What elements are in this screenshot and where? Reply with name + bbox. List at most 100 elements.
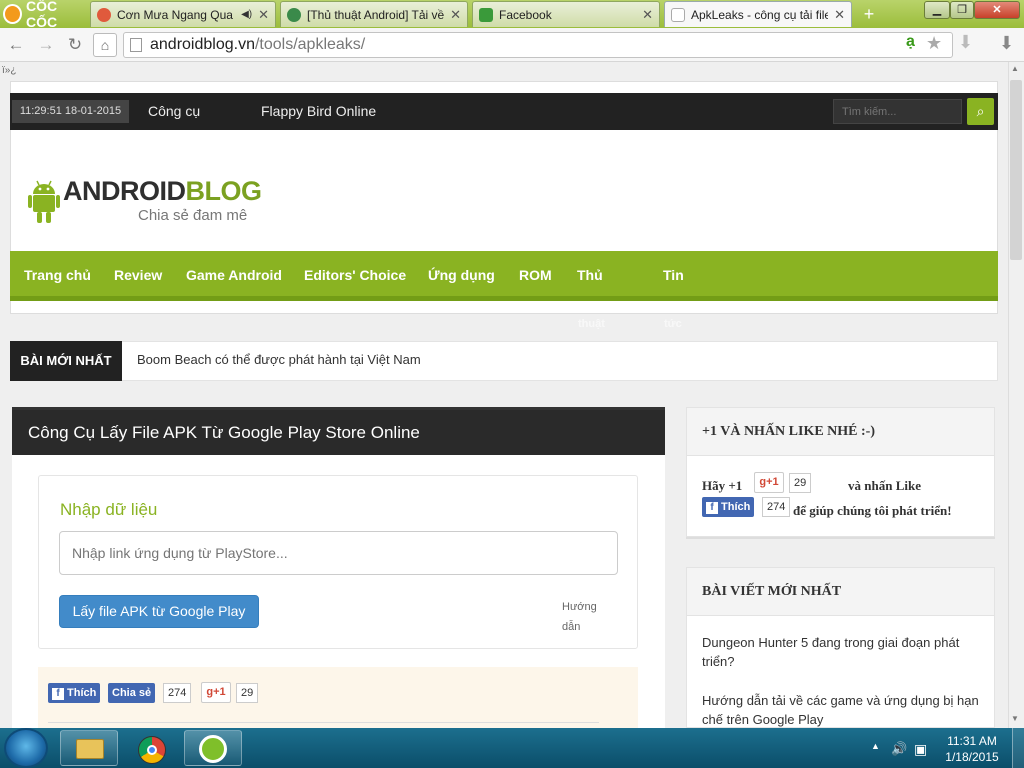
coccoc-logo-icon <box>3 3 22 24</box>
scroll-down-icon[interactable]: ▼ <box>1011 714 1019 723</box>
nav-item-rom[interactable]: ROM <box>519 267 552 283</box>
tab-title: Facebook <box>499 7 552 22</box>
logo-word-blog: BLOG <box>185 176 263 206</box>
music-icon <box>97 7 111 22</box>
show-desktop-button[interactable] <box>1012 728 1024 768</box>
folder-icon <box>76 739 104 759</box>
topnav-flappy-bird-link[interactable]: Flappy Bird Online <box>261 103 376 119</box>
browser-tab[interactable]: [Thủ thuật Android] Tải về ✕ <box>280 1 468 27</box>
breaking-news-link[interactable]: Boom Beach có thể được phát hành tại Việ… <box>137 352 421 370</box>
system-clock[interactable]: 11:31 AM 1/18/2015 <box>937 733 1007 765</box>
recent-posts-title: BÀI VIẾT MỚI NHẤT <box>687 568 994 616</box>
nav-item-game-android[interactable]: Game Android <box>186 267 282 283</box>
bom-glyph: ï»¿ <box>2 65 17 76</box>
close-icon[interactable]: ✕ <box>834 7 845 23</box>
recent-post-link[interactable]: Hướng dẫn tải về các game và ứng dụng bị… <box>702 691 984 729</box>
nav-item-news[interactable]: Tin <box>663 267 684 283</box>
like-widget-title: +1 VÀ NHẤN LIKE NHÉ :-) <box>687 408 994 456</box>
tab-title: ApkLeaks - công cụ tải file <box>691 7 829 22</box>
back-icon[interactable]: ← <box>5 34 27 56</box>
site-tagline: Chia sẻ đam mê <box>138 207 248 224</box>
home-icon[interactable]: ⌂ <box>93 33 117 57</box>
get-apk-button[interactable]: Lấy file APK từ Google Play <box>59 595 259 628</box>
maximize-button[interactable]: ❐ <box>950 1 974 19</box>
browser-tab[interactable]: Facebook ✕ <box>472 1 660 27</box>
savior-download-icon[interactable]: ⬇ <box>958 32 973 53</box>
network-icon[interactable]: ▣ <box>914 741 927 758</box>
volume-icon[interactable]: 🔊 <box>891 741 907 757</box>
facebook-like-button[interactable]: f Thích <box>702 497 755 517</box>
plus-one-text: Hãy +1 <box>702 478 743 493</box>
help-text: để giúp chúng tôi phát triển! <box>793 503 952 518</box>
clock-time: 11:31 AM <box>947 734 997 748</box>
facebook-icon: f <box>52 688 64 700</box>
facebook-like-button[interactable]: f Thích <box>48 683 101 703</box>
page-icon <box>671 7 685 22</box>
nav-item-tips-wrap[interactable]: thuật <box>578 318 605 330</box>
tab-title: Cơn Mưa Ngang Qua (F <box>117 7 238 22</box>
facebook-icon: f <box>706 502 718 514</box>
nav-item-apps[interactable]: Ứng dụng <box>428 267 495 283</box>
and-like-text: và nhấn Like <box>848 478 921 493</box>
scroll-up-icon[interactable]: ▲ <box>1011 64 1019 73</box>
browser-tab[interactable]: Cơn Mưa Ngang Qua (F ◀) ✕ <box>90 1 276 27</box>
window-close-button[interactable]: ✕ <box>974 1 1020 19</box>
search-input[interactable] <box>833 99 962 124</box>
browser-tab-active[interactable]: ApkLeaks - công cụ tải file ✕ <box>664 1 852 27</box>
guide-link[interactable]: Hướng dẫn <box>562 597 602 637</box>
nav-item-editors-choice[interactable]: Editors' Choice <box>304 267 406 283</box>
coccoc-menu-button[interactable]: CỐC CỐC <box>0 0 88 30</box>
page-icon <box>130 38 142 52</box>
gplus-count: 29 <box>236 683 259 703</box>
post-title: Công Cụ Lấy File APK Từ Google Play Stor… <box>12 407 665 455</box>
reload-icon[interactable]: ↻ <box>64 34 86 56</box>
android-logo-icon <box>28 178 60 224</box>
playstore-link-input[interactable] <box>59 531 618 575</box>
browser-logo-text: CỐC CỐC <box>26 0 58 30</box>
search-icon: ⌕ <box>976 103 985 119</box>
gplus-button[interactable]: g+1 <box>201 682 231 703</box>
new-tab-button[interactable]: + <box>858 4 880 24</box>
facebook-count: 274 <box>163 683 192 703</box>
coccoc-dictionary-icon[interactable]: ạ <box>906 33 915 51</box>
chrome-taskbar-button[interactable] <box>122 730 180 766</box>
breaking-news-label: BÀI MỚI NHẤT <box>10 341 122 381</box>
downloads-icon[interactable]: ⬇ <box>999 33 1014 54</box>
coccoc-icon <box>199 735 227 763</box>
search-button[interactable]: ⌕ <box>967 98 994 125</box>
close-icon[interactable]: ✕ <box>642 7 653 23</box>
url-path: /tools/apkleaks/ <box>254 36 366 53</box>
date-time: 11:29:51 18-01-2015 <box>12 100 129 123</box>
android-blog-icon <box>287 7 301 22</box>
speaker-icon[interactable]: ◀) <box>241 9 252 20</box>
gplus-button[interactable]: g+1 <box>754 472 784 493</box>
chrome-center-icon <box>147 745 157 755</box>
like-label: Thích <box>721 501 751 513</box>
scrollbar-thumb[interactable] <box>1010 80 1022 260</box>
nav-item-home[interactable]: Trang chủ <box>24 267 91 283</box>
explorer-taskbar-button[interactable] <box>60 730 118 766</box>
like-label: Thích <box>67 687 97 699</box>
close-icon[interactable]: ✕ <box>450 7 461 23</box>
address-bar[interactable]: androidblog.vn/tools/apkleaks/ <box>123 32 953 58</box>
url-host: androidblog.vn <box>150 36 255 53</box>
bookmark-star-icon[interactable]: ★ <box>926 33 942 54</box>
windows-start-icon[interactable] <box>4 728 48 768</box>
tab-title: [Thủ thuật Android] Tải về <box>307 7 445 22</box>
recent-post-link[interactable]: Dungeon Hunter 5 đang trong giai đoạn ph… <box>702 633 984 671</box>
minimize-button[interactable]: ▁ <box>924 1 950 19</box>
site-logo-text[interactable]: ANDROIDBLOG <box>63 176 262 207</box>
nav-item-review[interactable]: Review <box>114 267 162 283</box>
show-hidden-icons[interactable]: ▲ <box>871 741 880 751</box>
nav-item-news-wrap[interactable]: tức <box>664 318 682 330</box>
facebook-share-button[interactable]: Chia sẻ <box>108 683 156 703</box>
nav-item-tips[interactable]: Thủ <box>577 267 603 283</box>
topnav-tools-link[interactable]: Công cụ <box>148 103 200 119</box>
logo-word-android: ANDROID <box>63 176 186 206</box>
forward-icon[interactable]: → <box>35 34 57 56</box>
coccoc-taskbar-button[interactable] <box>184 730 242 766</box>
close-icon[interactable]: ✕ <box>258 7 269 23</box>
clock-date: 1/18/2015 <box>945 750 999 764</box>
divider <box>48 722 599 723</box>
page-icon <box>479 7 493 22</box>
